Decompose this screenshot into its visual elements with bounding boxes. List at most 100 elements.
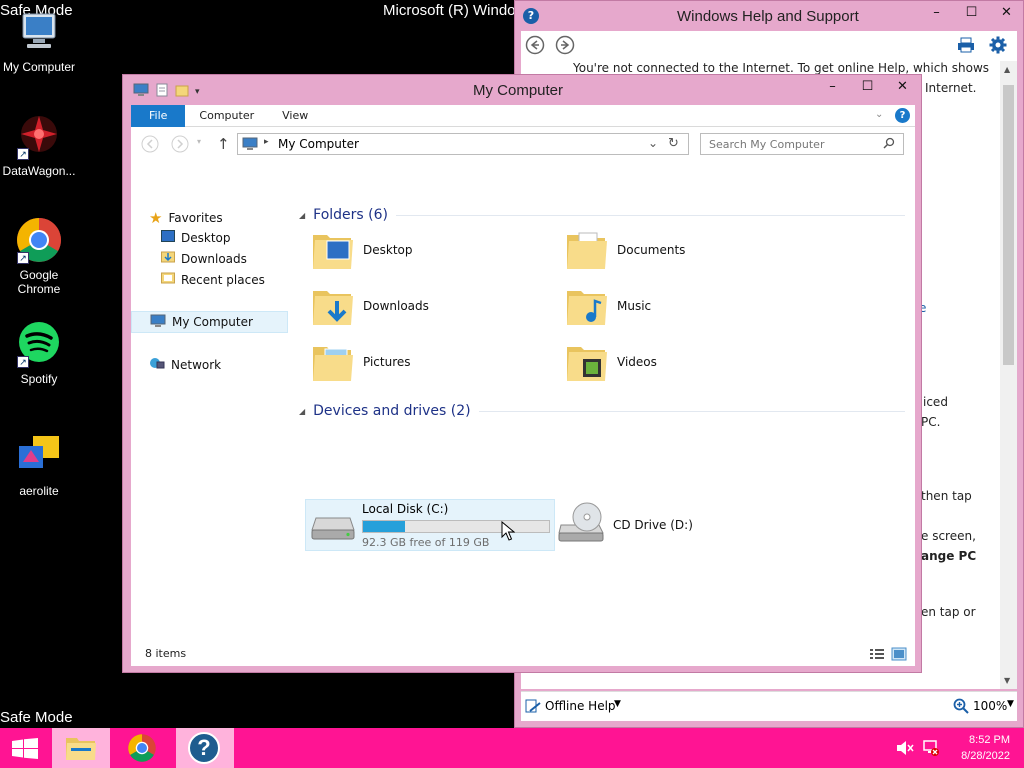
help-scroll-thumb[interactable] [1003,85,1014,365]
system-clock[interactable]: 8:52 PM 8/28/2022 [961,732,1010,764]
help-text-fragment: then tap [921,489,972,503]
folder-music[interactable]: Music [565,283,651,329]
folder-label: Videos [617,355,657,369]
collapse-triangle-icon[interactable]: ◢ [299,211,305,220]
help-window-title: Windows Help and Support [677,8,859,25]
desktop-icon-my-computer[interactable]: My Computer [0,8,78,74]
explorer-window-title: My Computer [473,82,564,99]
up-arrow-icon[interactable]: ↑ [217,135,230,153]
settings-gear-icon[interactable] [989,36,1007,57]
aerolite-icon [15,432,63,480]
help-titlebar[interactable]: ? Windows Help and Support – ☐ ✕ [515,1,1023,31]
nav-favorites[interactable]: ★ Favorites [149,209,223,227]
help-question-icon[interactable]: ? [895,108,910,123]
drive-usage-fill [363,521,405,532]
properties-icon[interactable] [155,83,169,100]
explorer-body: File Computer View ⌄ ? ▾ ↑ ▸ My Computer… [131,105,915,666]
quick-access-toolbar: ▾ [133,83,200,100]
forward-arrow-icon[interactable] [171,135,189,156]
zoom-level[interactable]: 100% [973,699,1007,713]
nav-label: Downloads [181,251,247,266]
folder-downloads[interactable]: Downloads [311,283,429,329]
folder-videos[interactable]: Videos [565,339,657,385]
taskbar-help-support[interactable]: ? [176,728,234,768]
print-icon[interactable] [957,36,975,57]
folder-label: Desktop [363,243,413,257]
spotify-icon: ↗ [15,320,63,368]
nav-label: Favorites [168,211,223,225]
nav-label: Recent places [181,272,265,287]
folder-desktop[interactable]: Desktop [311,227,413,273]
details-view-icon[interactable] [869,647,885,664]
scroll-up-icon[interactable]: ▲ [1004,65,1010,74]
collapse-triangle-icon[interactable]: ◢ [299,407,305,416]
network-disconnected-icon[interactable] [922,739,940,760]
help-text-fragment: ange PC [921,549,977,563]
drive-local-disk-c[interactable]: Local Disk (C:) 92.3 GB free of 119 GB [305,499,555,551]
offline-help-button[interactable]: Offline Help [545,699,616,713]
breadcrumb-my-computer[interactable]: My Computer [278,137,359,151]
explorer-close-button[interactable]: ✕ [885,77,920,99]
recent-locations-chevron-icon[interactable]: ▾ [197,137,201,146]
back-arrow-icon[interactable] [141,135,159,156]
nav-network[interactable]: Network [149,356,221,373]
explorer-titlebar[interactable]: ▾ My Computer – ☐ ✕ [123,75,921,105]
desktop-icon-chrome[interactable]: ↗ Google Chrome [0,216,78,296]
nav-desktop[interactable]: Desktop [161,230,231,245]
tab-file[interactable]: File [131,105,186,127]
datawagon-icon: ↗ [15,112,63,160]
address-dropdown-icon[interactable]: ⌄ [648,136,658,150]
new-folder-icon[interactable] [175,83,189,100]
help-minimize-button[interactable]: – [919,3,954,25]
help-close-button[interactable]: ✕ [989,3,1024,25]
documents-folder-icon [565,227,609,273]
start-button[interactable] [0,728,48,768]
star-icon: ★ [149,209,163,227]
taskbar-chrome[interactable] [114,728,172,768]
drive-cd-d[interactable]: CD Drive (D:) [557,501,693,548]
tab-computer[interactable]: Computer [185,105,268,127]
search-icon[interactable] [883,137,895,152]
nav-recent-places[interactable]: Recent places [161,272,265,287]
tab-view[interactable]: View [268,105,322,127]
help-maximize-button[interactable]: ☐ [954,3,989,25]
group-header-label: Folders (6) [313,207,388,223]
help-offline-message: You're not connected to the Internet. To… [573,61,990,75]
help-scrollbar[interactable]: ▲ ▼ [1000,61,1017,689]
breadcrumb-chevron-icon[interactable]: ▸ [264,137,269,147]
chevron-down-icon[interactable]: ▼ [1007,699,1014,709]
address-bar[interactable]: ▸ My Computer ⌄ ↻ [237,133,689,155]
nav-label: Network [171,357,222,372]
desktop-folder-icon [161,230,175,245]
explorer-maximize-button[interactable]: ☐ [850,77,885,99]
nav-my-computer[interactable]: My Computer [131,311,288,333]
speaker-muted-icon[interactable] [896,740,914,759]
ribbon-expand-chevron-icon[interactable]: ⌄ [875,109,883,120]
folder-documents[interactable]: Documents [565,227,685,273]
computer-small-icon [133,83,149,100]
zoom-icon[interactable] [953,698,969,717]
group-divider [478,410,905,412]
nav-downloads[interactable]: Downloads [161,251,247,266]
group-header-label: Devices and drives (2) [313,403,471,419]
search-input[interactable]: Search My Computer [700,133,904,155]
ribbon-tabs: File Computer View ⌄ ? [131,105,915,127]
desktop-icon-datawagon[interactable]: ↗ DataWagon... [0,112,78,178]
large-icons-view-icon[interactable] [891,646,907,665]
forward-arrow-icon[interactable] [555,35,575,58]
desktop-icon-aerolite[interactable]: aerolite [0,432,78,498]
devices-group-header[interactable]: ◢ Devices and drives (2) [299,403,905,419]
folder-pictures[interactable]: Pictures [311,339,411,385]
desktop-icon-spotify[interactable]: ↗ Spotify [0,320,78,386]
explorer-minimize-button[interactable]: – [815,77,850,99]
back-arrow-icon[interactable] [525,35,545,58]
refresh-icon[interactable]: ↻ [668,136,679,151]
computer-small-icon [242,137,258,154]
taskbar-file-explorer[interactable] [52,728,110,768]
folders-group-header[interactable]: ◢ Folders (6) [299,207,905,223]
chevron-down-icon[interactable]: ▼ [614,699,621,709]
hard-drive-icon [310,508,356,545]
help-toolbar [521,31,1017,61]
qat-dropdown-icon[interactable]: ▾ [195,87,200,97]
scroll-down-icon[interactable]: ▼ [1004,676,1010,685]
